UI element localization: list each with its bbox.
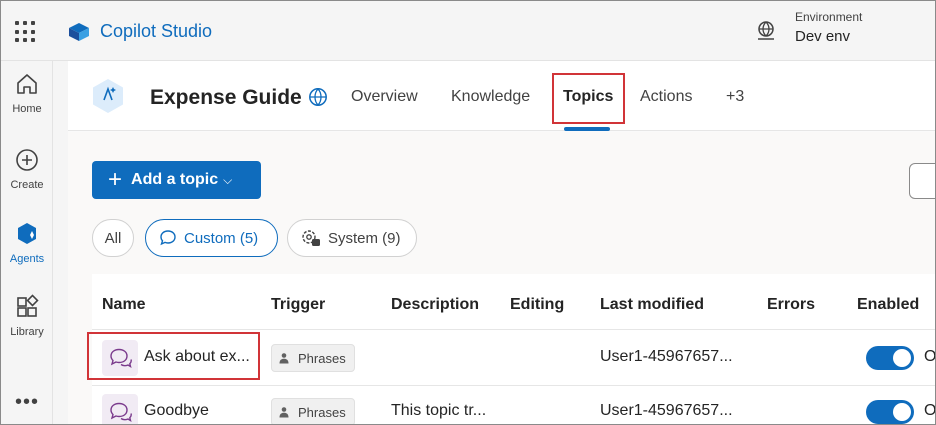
rail-label-home: Home: [12, 103, 42, 115]
topics-content: + Add a topic ⌵ All Custom (5) System (9…: [68, 132, 936, 424]
add-topic-label: Add a topic: [131, 171, 219, 188]
trigger-chip: Phrases: [271, 398, 355, 424]
chevron-down-icon: ⌵: [223, 172, 233, 187]
col-header-errors[interactable]: Errors: [767, 296, 815, 314]
col-header-last-modified[interactable]: Last modified: [600, 296, 704, 314]
active-tab-indicator: [564, 127, 610, 131]
topics-table: Name Trigger Description Editing Last mo…: [87, 274, 936, 424]
library-icon: [17, 294, 39, 317]
agent-avatar-icon: [93, 79, 123, 113]
rail-item-home[interactable]: Home: [1, 71, 53, 115]
enabled-label: O: [924, 348, 936, 365]
main-panel: Expense Guide Overview Knowledge Topics …: [68, 61, 936, 424]
topic-last-modified: User1-45967657...: [600, 348, 733, 365]
enabled-toggle[interactable]: [866, 400, 914, 424]
system-gear-icon: [302, 230, 320, 246]
app-launcher-icon[interactable]: [15, 21, 37, 43]
tab-actions[interactable]: Actions: [640, 88, 692, 106]
col-header-editing[interactable]: Editing: [510, 296, 564, 314]
rail-item-create[interactable]: Create: [1, 147, 53, 191]
plus-circle-icon: [16, 149, 38, 171]
rail-label-create: Create: [10, 179, 44, 191]
agent-name: Expense Guide: [150, 86, 302, 109]
top-bar: Copilot Studio Environment Dev env: [1, 1, 935, 61]
topic-icon: [102, 394, 138, 424]
enabled-toggle[interactable]: [866, 346, 914, 370]
enabled-label: O: [924, 402, 936, 419]
environment-value[interactable]: Dev env: [795, 28, 850, 45]
trigger-chip: Phrases: [271, 344, 355, 372]
topics-tab-highlight: [552, 73, 625, 124]
more-icon[interactable]: •••: [15, 391, 39, 414]
filter-system[interactable]: System (9): [287, 219, 417, 257]
copilot-studio-logo: [69, 23, 89, 41]
environment-label: Environment: [795, 10, 863, 24]
filter-system-label: System (9): [328, 229, 401, 247]
topic-row-highlight: [87, 332, 260, 380]
chat-bubbles-icon: [160, 230, 176, 246]
globe-icon[interactable]: [308, 87, 328, 107]
filter-custom-label: Custom (5): [184, 229, 259, 247]
app-title[interactable]: Copilot Studio: [100, 21, 212, 42]
trigger-label: Phrases: [298, 404, 346, 420]
tab-overview[interactable]: Overview: [351, 88, 418, 106]
app-window: Copilot Studio Environment Dev env Home …: [0, 0, 936, 425]
rail-item-library[interactable]: Library: [1, 294, 53, 338]
tab-more[interactable]: +3: [726, 88, 744, 106]
topic-name[interactable]: Goodbye: [144, 402, 209, 420]
plus-icon: +: [108, 166, 123, 193]
col-header-name[interactable]: Name: [102, 296, 146, 314]
search-box[interactable]: [909, 163, 935, 199]
home-icon: [17, 74, 37, 94]
filter-custom[interactable]: Custom (5): [145, 219, 278, 257]
col-header-description[interactable]: Description: [391, 296, 479, 314]
rail-label-library: Library: [10, 326, 44, 338]
agent-header: Expense Guide Overview Knowledge Topics …: [68, 61, 935, 131]
rail-label-agents: Agents: [9, 253, 45, 265]
agents-icon: [18, 223, 36, 244]
chat-bubbles-icon: [110, 402, 132, 422]
add-topic-button[interactable]: + Add a topic ⌵: [92, 161, 261, 199]
left-nav-rail: Home Create Agents Library •••: [1, 61, 53, 424]
person-icon: [279, 407, 289, 418]
tab-knowledge[interactable]: Knowledge: [451, 88, 530, 106]
person-icon: [279, 353, 289, 364]
row-divider: [92, 385, 935, 386]
rail-item-agents[interactable]: Agents: [1, 221, 53, 265]
topic-description: This topic tr...: [391, 402, 487, 419]
filter-all-label: All: [104, 229, 122, 247]
environment-icon: [758, 21, 774, 40]
filter-all[interactable]: All: [92, 219, 134, 257]
col-header-enabled[interactable]: Enabled: [857, 296, 919, 314]
trigger-label: Phrases: [298, 350, 346, 366]
topic-last-modified: User1-45967657...: [600, 402, 733, 419]
col-header-trigger[interactable]: Trigger: [271, 296, 325, 314]
header-divider: [92, 329, 935, 330]
